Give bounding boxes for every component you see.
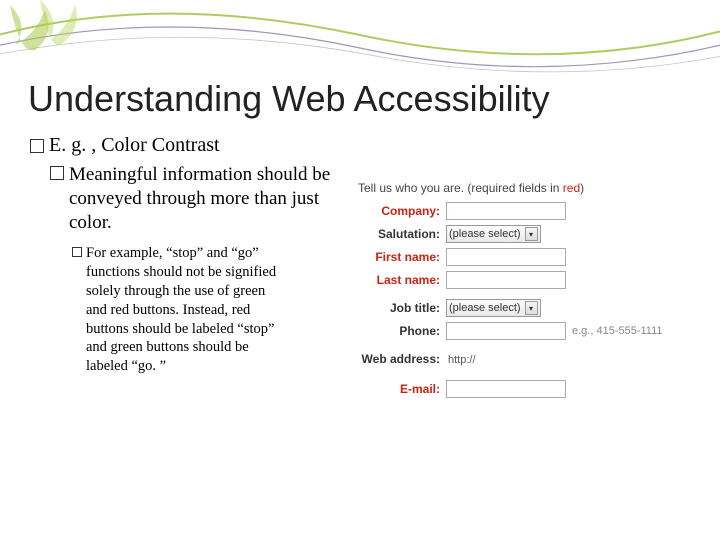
label-email: E-mail:	[358, 382, 446, 396]
slide-title: Understanding Web Accessibility	[28, 78, 692, 120]
bullet-box-icon	[72, 247, 82, 257]
static-web-prefix: http://	[446, 354, 476, 366]
chevron-down-icon: ▾	[525, 301, 538, 315]
bullet-box-icon	[50, 166, 64, 180]
select-jobtitle[interactable]: (please select) ▾	[446, 299, 541, 317]
example-form-image: Tell us who you are. (required fields in…	[358, 163, 692, 402]
select-salutation[interactable]: (please select) ▾	[446, 225, 541, 243]
bullet-level-1: E. g. , Color Contrast	[30, 134, 692, 157]
label-phone: Phone:	[358, 324, 446, 338]
input-lastname[interactable]	[446, 271, 566, 289]
input-phone[interactable]	[446, 322, 566, 340]
bullet-2-text: Meaningful information should be conveye…	[69, 163, 358, 234]
input-company[interactable]	[446, 202, 566, 220]
input-firstname[interactable]	[446, 248, 566, 266]
label-firstname: First name:	[358, 250, 446, 264]
input-email[interactable]	[446, 380, 566, 398]
label-web: Web address:	[358, 353, 446, 366]
bullet-3-text: For example, “stop” and “go” functions s…	[86, 244, 286, 376]
label-jobtitle: Job title:	[358, 301, 446, 315]
form-hint: Tell us who you are. (required fields in…	[358, 181, 692, 195]
slide-decoration	[0, 0, 720, 80]
bullet-level-3: For example, “stop” and “go” functions s…	[72, 244, 358, 376]
label-company: Company:	[358, 204, 446, 218]
bullet-1-text: E. g. , Color Contrast	[49, 134, 220, 157]
label-lastname: Last name:	[358, 273, 446, 287]
bullet-box-icon	[30, 139, 44, 153]
bullet-level-2: Meaningful information should be conveye…	[50, 163, 358, 234]
hint-phone: e.g., 415-555-1111	[572, 325, 663, 337]
chevron-down-icon: ▾	[525, 227, 538, 241]
label-salutation: Salutation:	[358, 227, 446, 241]
